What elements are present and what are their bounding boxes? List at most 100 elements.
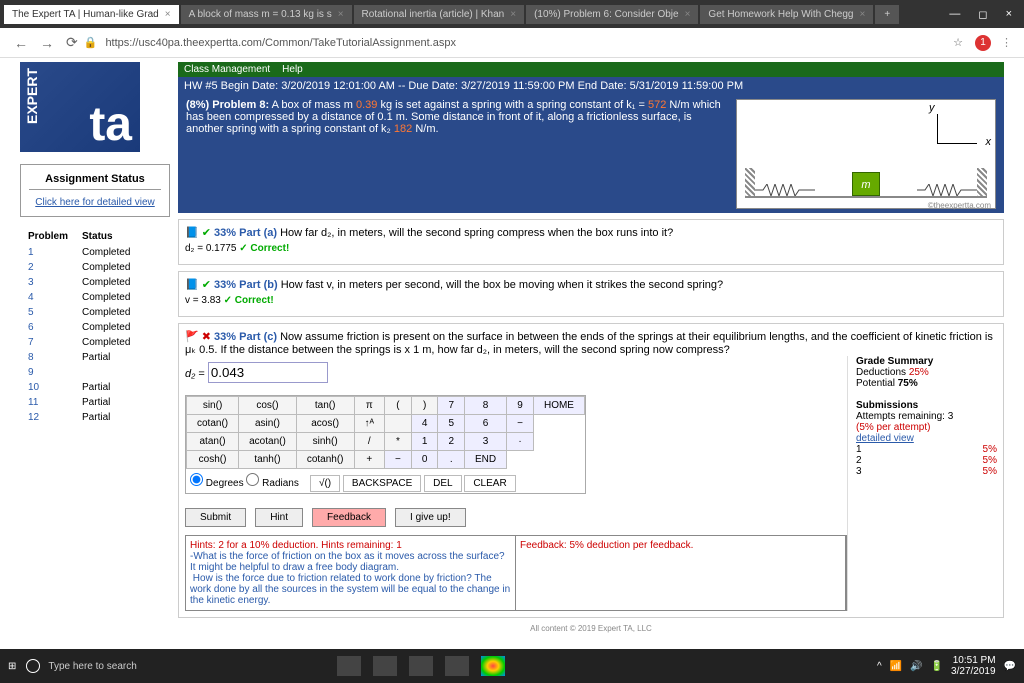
detailed-view-link[interactable]: Click here for detailed view	[35, 197, 155, 208]
reload-icon[interactable]: ⟳	[66, 34, 78, 51]
keypad-key[interactable]: 7	[438, 397, 465, 415]
close-icon[interactable]: ×	[338, 9, 344, 20]
keypad-key[interactable]: cosh()	[187, 451, 239, 469]
keypad-key[interactable]: 3	[465, 433, 507, 451]
problem-row[interactable]: 6Completed	[22, 321, 136, 334]
keypad-key[interactable]: END	[465, 451, 507, 469]
keypad-key[interactable]: sin()	[187, 397, 239, 415]
radians-radio[interactable]: Radians	[246, 478, 298, 489]
keypad-key[interactable]: cotan()	[187, 415, 239, 433]
back-icon[interactable]: ←	[14, 35, 28, 51]
keypad-key[interactable]: ·	[507, 433, 534, 451]
keypad-key[interactable]: ↑ᴬ	[354, 415, 385, 433]
problem-row[interactable]: 8Partial	[22, 351, 136, 364]
menu-icon[interactable]: ⋮	[1001, 36, 1012, 49]
sqrt-key[interactable]: √()	[310, 475, 340, 492]
help-link[interactable]: Help	[282, 64, 303, 75]
keypad-key[interactable]: acotan()	[239, 433, 297, 451]
degrees-radio[interactable]: Degrees	[190, 478, 244, 489]
keypad-key[interactable]: HOME	[533, 397, 584, 415]
giveup-button[interactable]: I give up!	[395, 508, 466, 527]
keypad-key[interactable]: cos()	[239, 397, 297, 415]
answer-var: d₂	[185, 368, 195, 380]
clock-time[interactable]: 10:51 PM	[951, 655, 996, 666]
keypad-key[interactable]: cotanh()	[296, 451, 354, 469]
url-text[interactable]: https://usc40pa.theexpertta.com/Common/T…	[105, 37, 939, 49]
taskview-icon[interactable]	[337, 656, 361, 676]
keypad-key[interactable]: −	[507, 415, 534, 433]
keypad-key[interactable]: 5	[438, 415, 465, 433]
feedback-button[interactable]: Feedback	[312, 508, 386, 527]
bookmark-icon[interactable]: ☆	[953, 36, 963, 49]
problem-row[interactable]: 4Completed	[22, 291, 136, 304]
start-icon[interactable]: ⊞	[8, 661, 16, 672]
tray-up-icon[interactable]: ^	[877, 661, 882, 672]
keypad-key[interactable]	[385, 415, 412, 433]
problem-row[interactable]: 10Partial	[22, 381, 136, 394]
problem-row[interactable]: 11Partial	[22, 396, 136, 409]
problem-row[interactable]: 1Completed	[22, 246, 136, 259]
wifi-icon[interactable]: 📶	[890, 661, 902, 672]
keypad-key[interactable]: tanh()	[239, 451, 297, 469]
keypad-key[interactable]: π	[354, 397, 385, 415]
tab-5[interactable]: Get Homework Help With Chegg×	[700, 5, 873, 24]
keypad-key[interactable]: (	[385, 397, 412, 415]
problem-row[interactable]: 7Completed	[22, 336, 136, 349]
keypad-key[interactable]: 6	[465, 415, 507, 433]
notification-badge[interactable]: 1	[975, 35, 991, 51]
problem-row[interactable]: 12Partial	[22, 411, 136, 424]
keypad-key[interactable]: 1	[411, 433, 438, 451]
keypad-key[interactable]: /	[354, 433, 385, 451]
problem-row[interactable]: 3Completed	[22, 276, 136, 289]
close-icon[interactable]: ×	[685, 9, 691, 20]
keypad-key[interactable]: .	[438, 451, 465, 469]
chrome-icon[interactable]	[481, 656, 505, 676]
cortana-icon[interactable]	[26, 659, 40, 673]
tab-3[interactable]: Rotational inertia (article) | Khan×	[354, 5, 525, 24]
backspace-key[interactable]: BACKSPACE	[343, 475, 421, 492]
del-key[interactable]: DEL	[424, 475, 461, 492]
volume-icon[interactable]: 🔊	[910, 661, 922, 672]
hint-button[interactable]: Hint	[255, 508, 303, 527]
keypad-key[interactable]: atan()	[187, 433, 239, 451]
close-icon[interactable]: ×	[859, 9, 865, 20]
keypad-key[interactable]: tan()	[296, 397, 354, 415]
close-window-icon[interactable]: ×	[1006, 8, 1012, 21]
tab-2[interactable]: A block of mass m = 0.13 kg is s×	[181, 5, 352, 24]
close-icon[interactable]: ×	[165, 9, 171, 20]
new-tab-button[interactable]: +	[875, 5, 899, 24]
keypad-key[interactable]: asin()	[239, 415, 297, 433]
problem-row[interactable]: 5Completed	[22, 306, 136, 319]
keypad-key[interactable]: 2	[438, 433, 465, 451]
clock-date[interactable]: 3/27/2019	[951, 666, 996, 677]
keypad-key[interactable]: +	[354, 451, 385, 469]
detailed-view-link[interactable]: detailed view	[856, 433, 914, 444]
keypad-key[interactable]: −	[385, 451, 412, 469]
notifications-icon[interactable]: 💬	[1004, 661, 1016, 672]
answer-input[interactable]	[208, 362, 328, 383]
class-management-link[interactable]: Class Management	[184, 64, 270, 75]
problem-row[interactable]: 2Completed	[22, 261, 136, 274]
explorer-icon[interactable]	[373, 656, 397, 676]
store-icon[interactable]	[409, 656, 433, 676]
search-input[interactable]: Type here to search	[48, 661, 136, 672]
maximize-icon[interactable]: ◻	[978, 8, 987, 21]
keypad-key[interactable]: 9	[507, 397, 534, 415]
keypad-key[interactable]: *	[385, 433, 412, 451]
keypad-key[interactable]: sinh()	[296, 433, 354, 451]
keypad-key[interactable]: acos()	[296, 415, 354, 433]
battery-icon[interactable]: 🔋	[931, 661, 943, 672]
tab-4[interactable]: (10%) Problem 6: Consider Obje×	[526, 5, 698, 24]
problem-row[interactable]: 9	[22, 366, 136, 379]
keypad-key[interactable]: 0	[411, 451, 438, 469]
keypad-key[interactable]: 4	[411, 415, 438, 433]
tab-1[interactable]: The Expert TA | Human-like Grad×	[4, 5, 179, 24]
submit-button[interactable]: Submit	[185, 508, 246, 527]
mail-icon[interactable]	[445, 656, 469, 676]
forward-icon[interactable]: →	[40, 35, 54, 51]
keypad-key[interactable]: )	[411, 397, 438, 415]
minimize-icon[interactable]: —	[949, 8, 960, 21]
close-icon[interactable]: ×	[510, 9, 516, 20]
clear-key[interactable]: CLEAR	[464, 475, 515, 492]
keypad-key[interactable]: 8	[465, 397, 507, 415]
